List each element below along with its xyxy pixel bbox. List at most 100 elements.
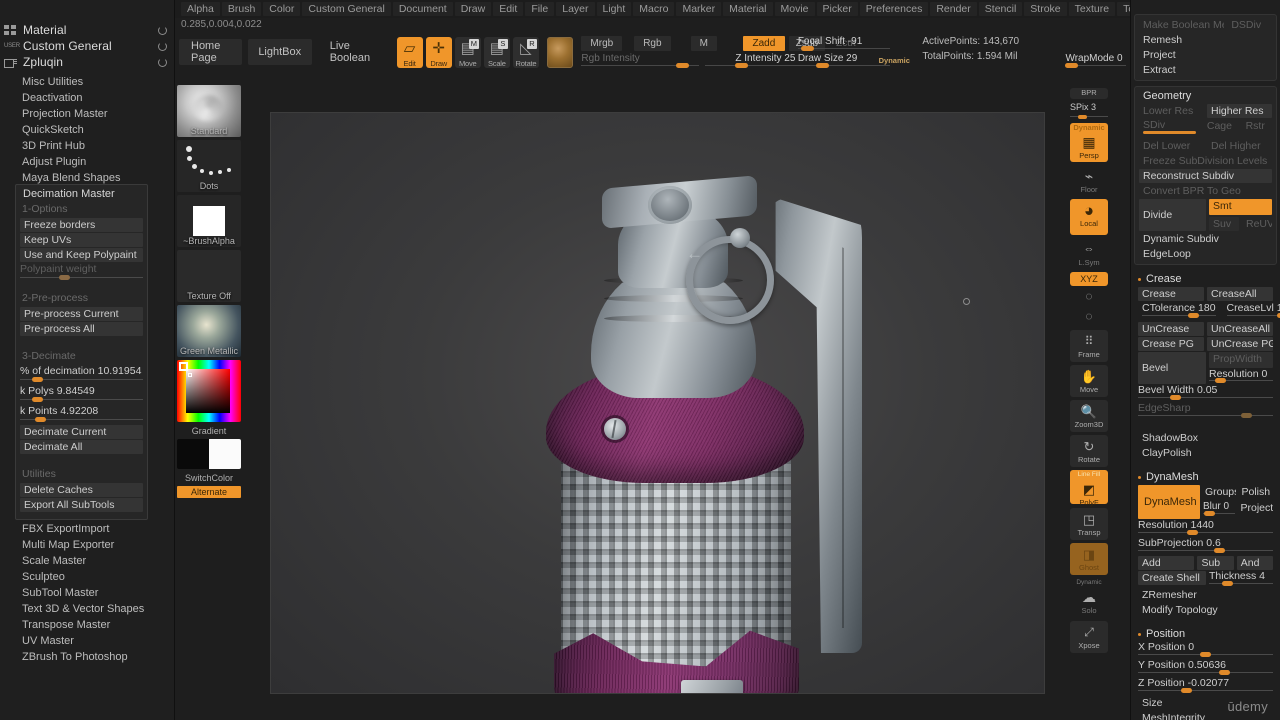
modify-topology-button[interactable]: Modify Topology bbox=[1138, 603, 1273, 617]
menu-stroke[interactable]: Stroke bbox=[1024, 2, 1067, 16]
zplugin-item-fbx-exportimport[interactable]: FBX ExportImport bbox=[0, 521, 175, 537]
refresh-icon[interactable] bbox=[158, 57, 167, 67]
dm-preprocess-current-button[interactable]: Pre-process Current bbox=[20, 307, 143, 321]
dm-kpolys-slider[interactable]: k Polys 9.84549 bbox=[20, 385, 143, 402]
secondary-color-swatch[interactable] bbox=[209, 439, 241, 469]
zplugin-item-projection-master[interactable]: Projection Master bbox=[0, 106, 175, 122]
zplugin-item-misc-utilities[interactable]: Misc Utilities bbox=[0, 74, 175, 90]
palette-header-zplugin[interactable]: Zpluqin bbox=[0, 54, 175, 70]
zoom3d-button[interactable]: 🔍 Zoom3D bbox=[1070, 400, 1108, 432]
zplugin-item-subtool-master[interactable]: SubTool Master bbox=[0, 585, 175, 601]
menu-macro[interactable]: Macro bbox=[633, 2, 675, 16]
frame-button[interactable]: ⠿ Frame bbox=[1070, 330, 1108, 362]
ctolerance-slider[interactable]: CTolerance 180 bbox=[1142, 303, 1216, 319]
rgb-button[interactable]: Rgb bbox=[634, 36, 671, 51]
rotate-mode-button[interactable]: ◺ R Rotate bbox=[512, 36, 539, 68]
stroke-selector[interactable]: Dots bbox=[177, 140, 241, 192]
dm-export-all-subtools-button[interactable]: Export All SubTools bbox=[20, 498, 143, 512]
slider-knob[interactable] bbox=[1204, 511, 1216, 516]
dm-use-keep-polypaint-button[interactable]: Use and Keep Polypaint bbox=[20, 248, 143, 262]
uncrease-all-button[interactable]: UnCreaseAll bbox=[1207, 322, 1273, 336]
crease-all-button[interactable]: CreaseAll bbox=[1207, 287, 1273, 301]
slider-knob[interactable] bbox=[34, 417, 46, 422]
slider-knob[interactable] bbox=[1200, 652, 1212, 657]
zplugin-item-adjust-plugin[interactable]: Adjust Plugin bbox=[0, 154, 175, 170]
wrapmode-slider[interactable]: WrapMode 0 bbox=[1065, 52, 1127, 68]
dm-decimate-all-button[interactable]: Decimate All bbox=[20, 440, 143, 454]
remesh-button[interactable]: Remesh bbox=[1139, 33, 1272, 47]
project-button[interactable]: Project bbox=[1139, 48, 1272, 62]
uncrease-button[interactable]: UnCrease bbox=[1138, 322, 1204, 336]
slider-knob[interactable] bbox=[801, 46, 815, 51]
make-boolean-mesh-button[interactable]: Make Boolean Mesh bbox=[1139, 18, 1224, 32]
zplugin-item-text-3d[interactable]: Text 3D & Vector Shapes bbox=[0, 601, 175, 617]
menu-preferences[interactable]: Preferences bbox=[859, 2, 929, 16]
menu-material[interactable]: Material bbox=[723, 2, 773, 16]
thickness-slider[interactable]: Thickness 4 bbox=[1209, 571, 1273, 587]
bevel-width-slider[interactable]: Bevel Width 0.05 bbox=[1138, 385, 1273, 401]
menu-edit[interactable]: Edit bbox=[493, 2, 524, 16]
edgeloop-button[interactable]: EdgeLoop bbox=[1139, 247, 1272, 261]
z-axis-button[interactable]: ◌ bbox=[1070, 309, 1108, 326]
propwidth-button[interactable]: PropWidth bbox=[1209, 352, 1273, 368]
y-position-slider[interactable]: Y Position 0.50636 bbox=[1138, 660, 1273, 676]
menu-alpha[interactable]: Alpha bbox=[181, 2, 220, 16]
zplugin-item-sculpteo[interactable]: Sculpteo bbox=[0, 569, 175, 585]
color-picker[interactable] bbox=[177, 360, 241, 422]
menu-texture[interactable]: Texture bbox=[1068, 2, 1116, 16]
dm-freeze-borders-button[interactable]: Freeze borders bbox=[20, 218, 143, 232]
edit-mode-button[interactable]: ▱ Edit bbox=[396, 36, 423, 68]
dm-kpoints-slider[interactable]: k Points 4.92208 bbox=[20, 405, 143, 422]
crease-pg-button[interactable]: Crease PG bbox=[1138, 337, 1204, 351]
grenade-model[interactable]: ← bbox=[506, 168, 926, 693]
m-button[interactable]: M bbox=[690, 36, 717, 51]
resolution-slider[interactable]: Resolution 0 bbox=[1209, 368, 1273, 385]
claypolish-button[interactable]: ClayPolish bbox=[1138, 446, 1273, 460]
palette-header-custom-general[interactable]: USER Custom General bbox=[0, 38, 175, 54]
refresh-icon[interactable] bbox=[158, 25, 167, 35]
transparency-button[interactable]: ◳ Transp bbox=[1070, 508, 1108, 540]
live-boolean-button[interactable]: Live Boolean bbox=[318, 39, 391, 65]
dm-decimate-current-button[interactable]: Decimate Current bbox=[20, 425, 143, 439]
dm-delete-caches-button[interactable]: Delete Caches bbox=[20, 483, 143, 497]
color-picker-wheel[interactable] bbox=[177, 360, 241, 422]
suv-button[interactable]: Suv bbox=[1209, 217, 1239, 231]
ghost-button[interactable]: ◨ Ghost bbox=[1070, 543, 1108, 575]
shadowbox-button[interactable]: ShadowBox bbox=[1138, 431, 1273, 445]
lsym-button[interactable]: ⇔ L.Sym bbox=[1070, 238, 1108, 269]
menu-picker[interactable]: Picker bbox=[816, 2, 858, 16]
slider-knob[interactable] bbox=[1143, 131, 1196, 134]
slider-knob[interactable] bbox=[1170, 395, 1182, 400]
alpha-selector[interactable]: ~BrushAlpha bbox=[177, 195, 241, 247]
menu-custom-general[interactable]: Custom General bbox=[302, 2, 391, 16]
lower-res-button[interactable]: Lower Res bbox=[1139, 104, 1204, 118]
extract-button[interactable]: Extract bbox=[1139, 63, 1272, 77]
brush-selector[interactable]: Standard bbox=[177, 85, 241, 137]
slider-knob[interactable] bbox=[675, 63, 689, 68]
refresh-icon[interactable] bbox=[158, 41, 167, 51]
zplugin-item-quicksketch[interactable]: QuickSketch bbox=[0, 122, 175, 138]
dm-preprocess-all-button[interactable]: Pre-process All bbox=[20, 322, 143, 336]
decimation-master-title[interactable]: Decimation Master bbox=[16, 187, 147, 202]
bevel-button[interactable]: Bevel bbox=[1138, 352, 1206, 384]
palette-header-material[interactable]: Material bbox=[0, 22, 175, 38]
dynamesh-and-button[interactable]: And bbox=[1236, 556, 1274, 570]
scale-mode-button[interactable]: ▤ S Scale bbox=[483, 36, 510, 68]
home-page-button[interactable]: Home Page bbox=[179, 39, 242, 65]
material-selector[interactable]: Green Metallic bbox=[177, 305, 241, 357]
slider-knob[interactable] bbox=[735, 63, 749, 68]
dynamic-subdiv-button[interactable]: Dynamic Subdiv bbox=[1139, 232, 1272, 246]
dynamesh-sub-button[interactable]: Sub bbox=[1197, 556, 1234, 570]
rstr-button[interactable]: Rstr bbox=[1242, 119, 1272, 133]
draw-size-slider[interactable]: Draw Size 29 bbox=[797, 52, 890, 68]
del-higher-button[interactable]: Del Higher bbox=[1207, 139, 1272, 153]
menu-marker[interactable]: Marker bbox=[676, 2, 722, 16]
menu-layer[interactable]: Layer bbox=[556, 2, 595, 16]
slider-knob[interactable] bbox=[1078, 115, 1088, 119]
zplugin-item-multi-map-exporter[interactable]: Multi Map Exporter bbox=[0, 537, 175, 553]
menu-color[interactable]: Color bbox=[263, 2, 301, 16]
dm-polypaint-weight-slider[interactable]: Polypaint weight bbox=[20, 263, 143, 280]
zremesher-button[interactable]: ZRemesher bbox=[1138, 588, 1273, 602]
higher-res-button[interactable]: Higher Res bbox=[1207, 104, 1272, 118]
slider-knob[interactable] bbox=[1213, 548, 1225, 553]
